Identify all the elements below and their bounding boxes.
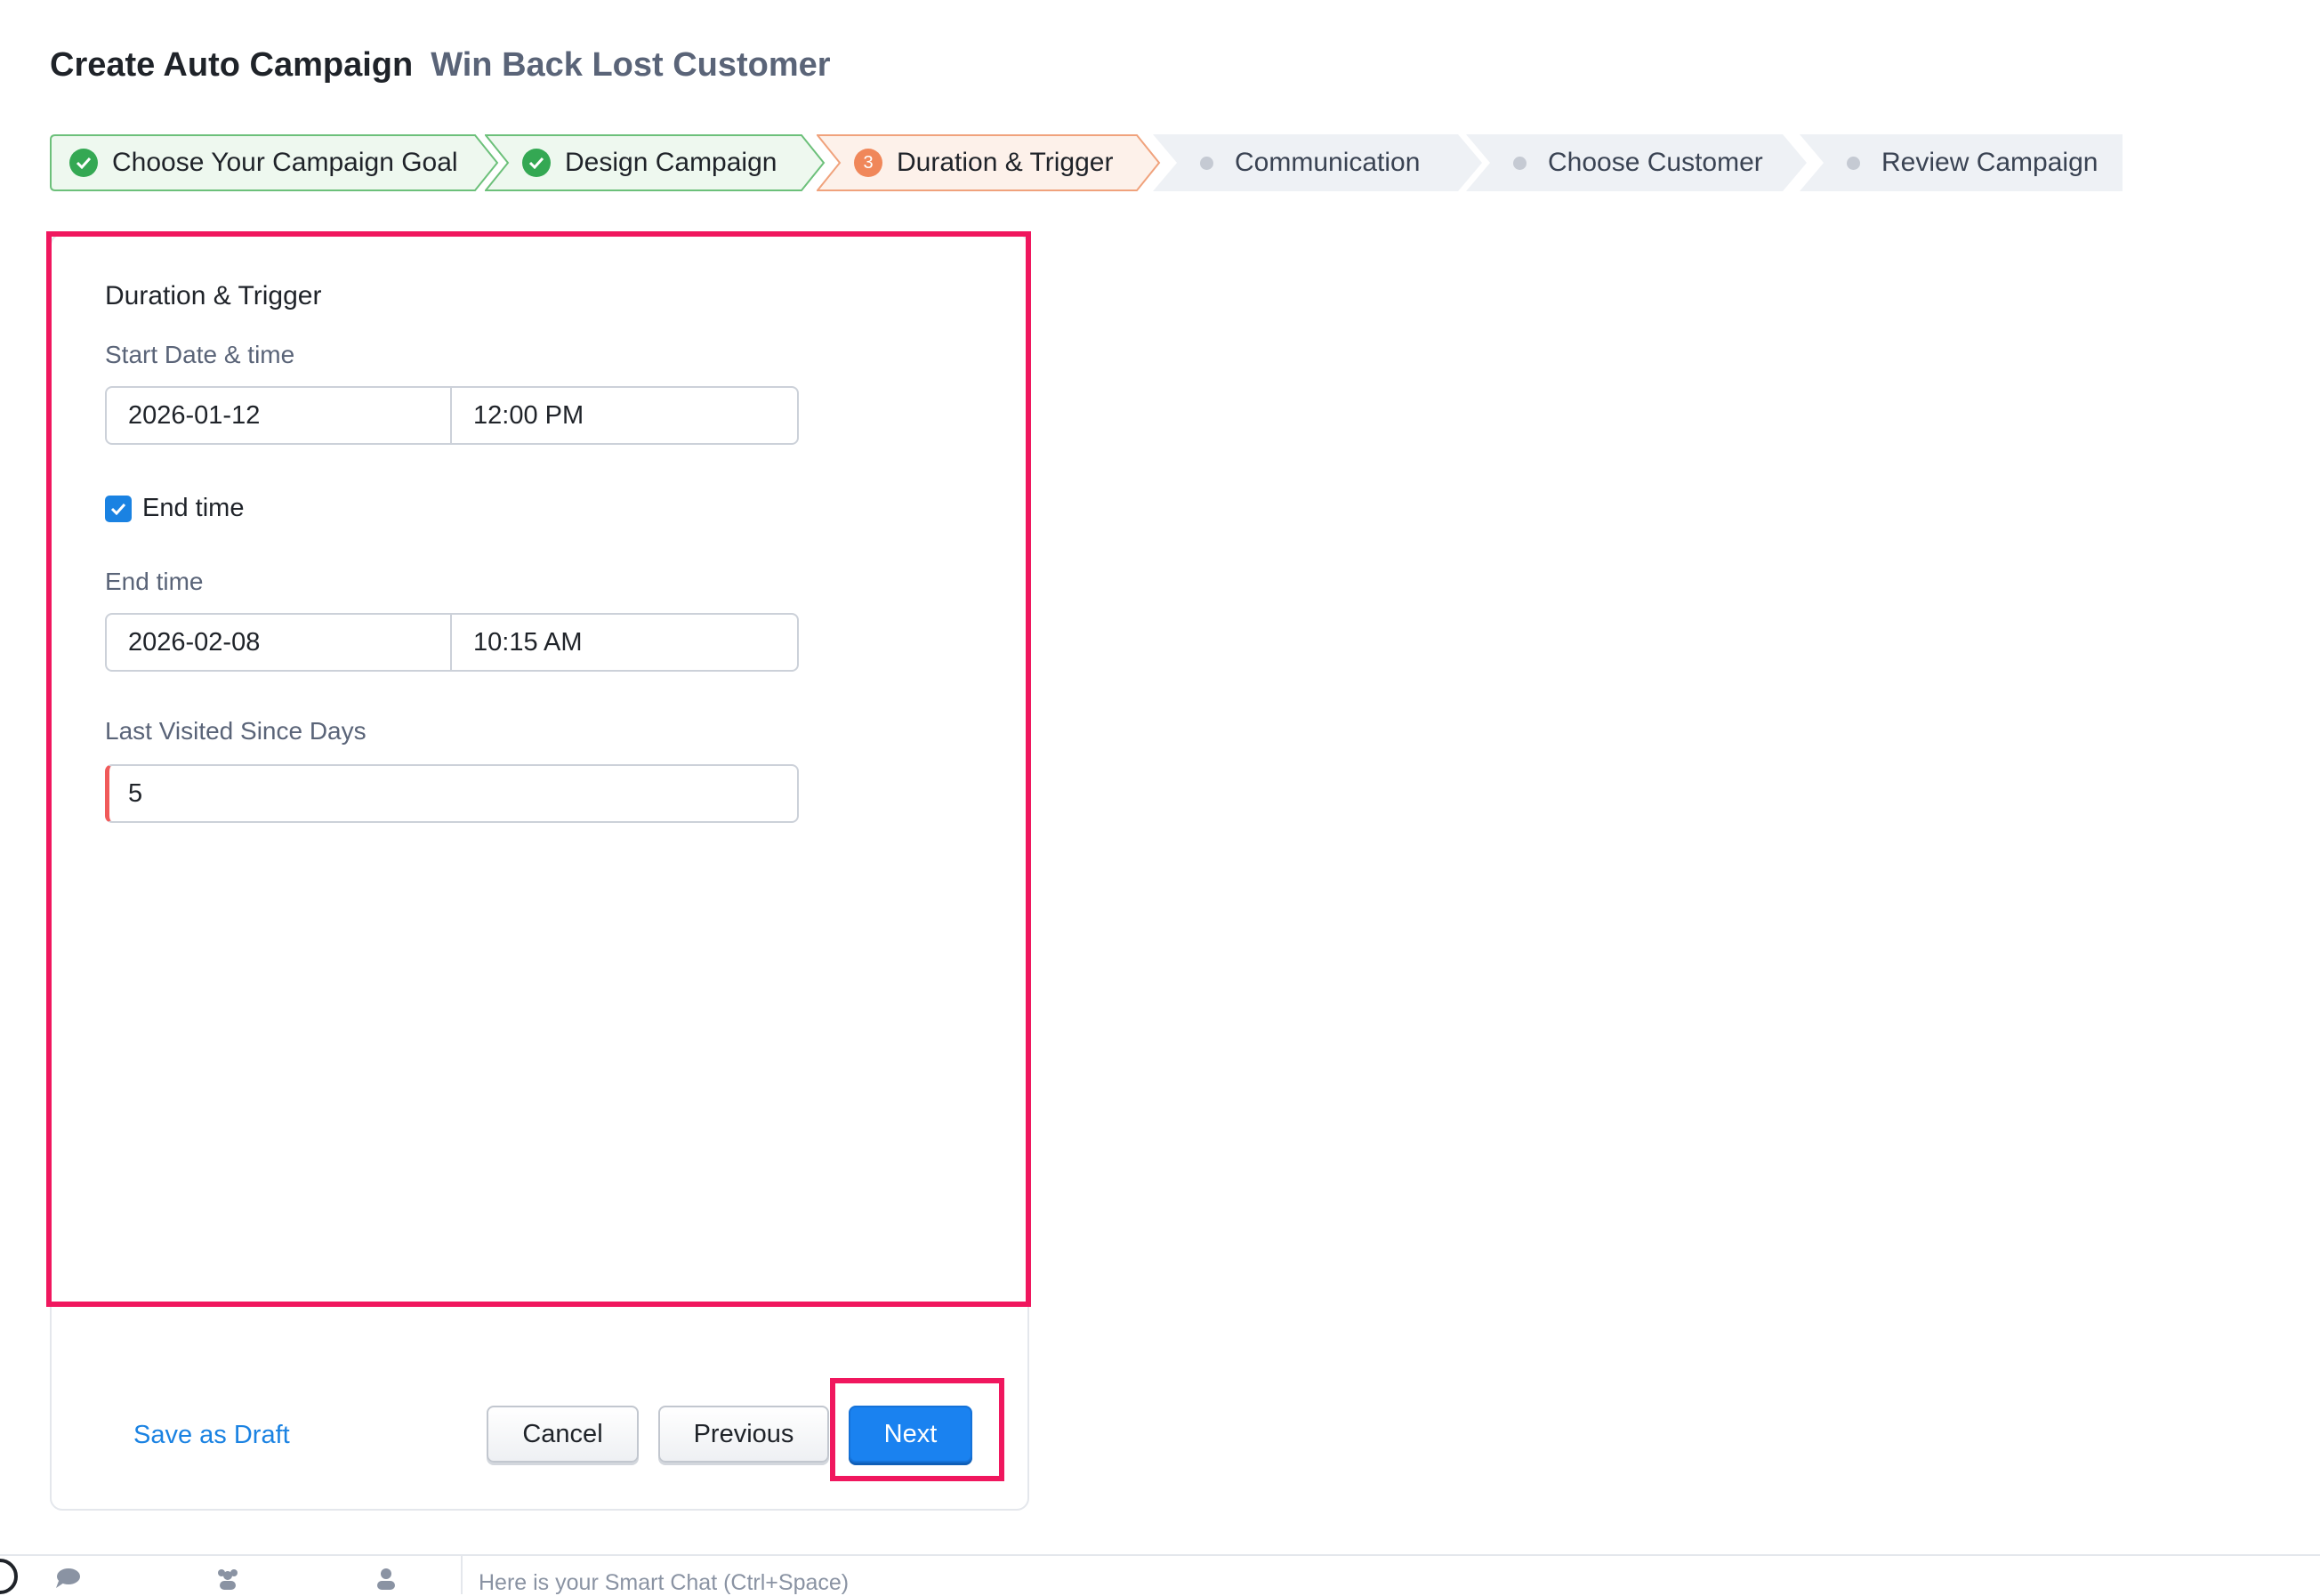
step-label: Duration & Trigger [897,148,1114,177]
campaign-stepper: Choose Your Campaign Goal Design Campaig… [50,134,2123,191]
last-visited-days-input[interactable]: 5 [105,764,799,823]
dot-icon [1192,149,1220,177]
step-duration-trigger[interactable]: 3 Duration & Trigger [817,134,1161,191]
page-title: Create Auto Campaign [50,46,414,84]
end-time-checkbox[interactable] [105,495,132,522]
cancel-button[interactable]: Cancel [487,1406,639,1463]
channels-icon[interactable] [213,1567,242,1590]
dot-icon [1505,149,1534,177]
section-title: Duration & Trigger [105,281,322,310]
end-datetime-label: End time [105,568,204,595]
dot-icon [1839,149,1867,177]
end-date-input[interactable]: 2026-02-08 [107,615,452,670]
step-review-campaign[interactable]: Review Campaign [1800,134,2123,191]
step-communication[interactable]: Communication [1153,134,1482,191]
end-time-toggle[interactable]: End time [105,494,244,523]
end-datetime-field: 2026-02-08 10:15 AM [105,613,799,672]
bottom-bar: Here is your Smart Chat (Ctrl+Space) [0,1554,2320,1595]
save-as-draft-link[interactable]: Save as Draft [133,1421,290,1450]
next-button[interactable]: Next [849,1406,972,1463]
step-choose-goal[interactable]: Choose Your Campaign Goal [50,134,499,191]
page-header: Create Auto Campaign Win Back Lost Custo… [50,46,831,85]
last-visited-label: Last Visited Since Days [105,717,367,745]
contacts-icon[interactable] [372,1567,400,1590]
step-choose-customer[interactable]: Choose Customer [1466,134,1807,191]
campaign-name: Win Back Lost Customer [431,46,831,84]
step-number-icon: 3 [854,149,882,177]
step-label: Review Campaign [1881,148,2098,177]
check-icon [110,503,126,515]
start-date-input[interactable]: 2026-01-12 [107,388,452,443]
bottom-divider [461,1556,463,1594]
check-circle-icon [69,149,98,177]
chat-icon[interactable] [53,1567,82,1590]
check-circle-icon [522,149,551,177]
step-label: Choose Customer [1548,148,1763,177]
step-label: Communication [1235,148,1421,177]
step-label: Choose Your Campaign Goal [112,148,458,177]
start-datetime-field: 2026-01-12 12:00 PM [105,386,799,445]
previous-button[interactable]: Previous [658,1406,829,1463]
step-design-campaign[interactable]: Design Campaign [485,134,826,191]
end-time-checkbox-label: End time [142,494,245,522]
start-time-input[interactable]: 12:00 PM [452,388,797,443]
start-datetime-label: Start Date & time [105,341,295,368]
step-label: Design Campaign [565,148,777,177]
end-time-input[interactable]: 10:15 AM [452,615,797,670]
